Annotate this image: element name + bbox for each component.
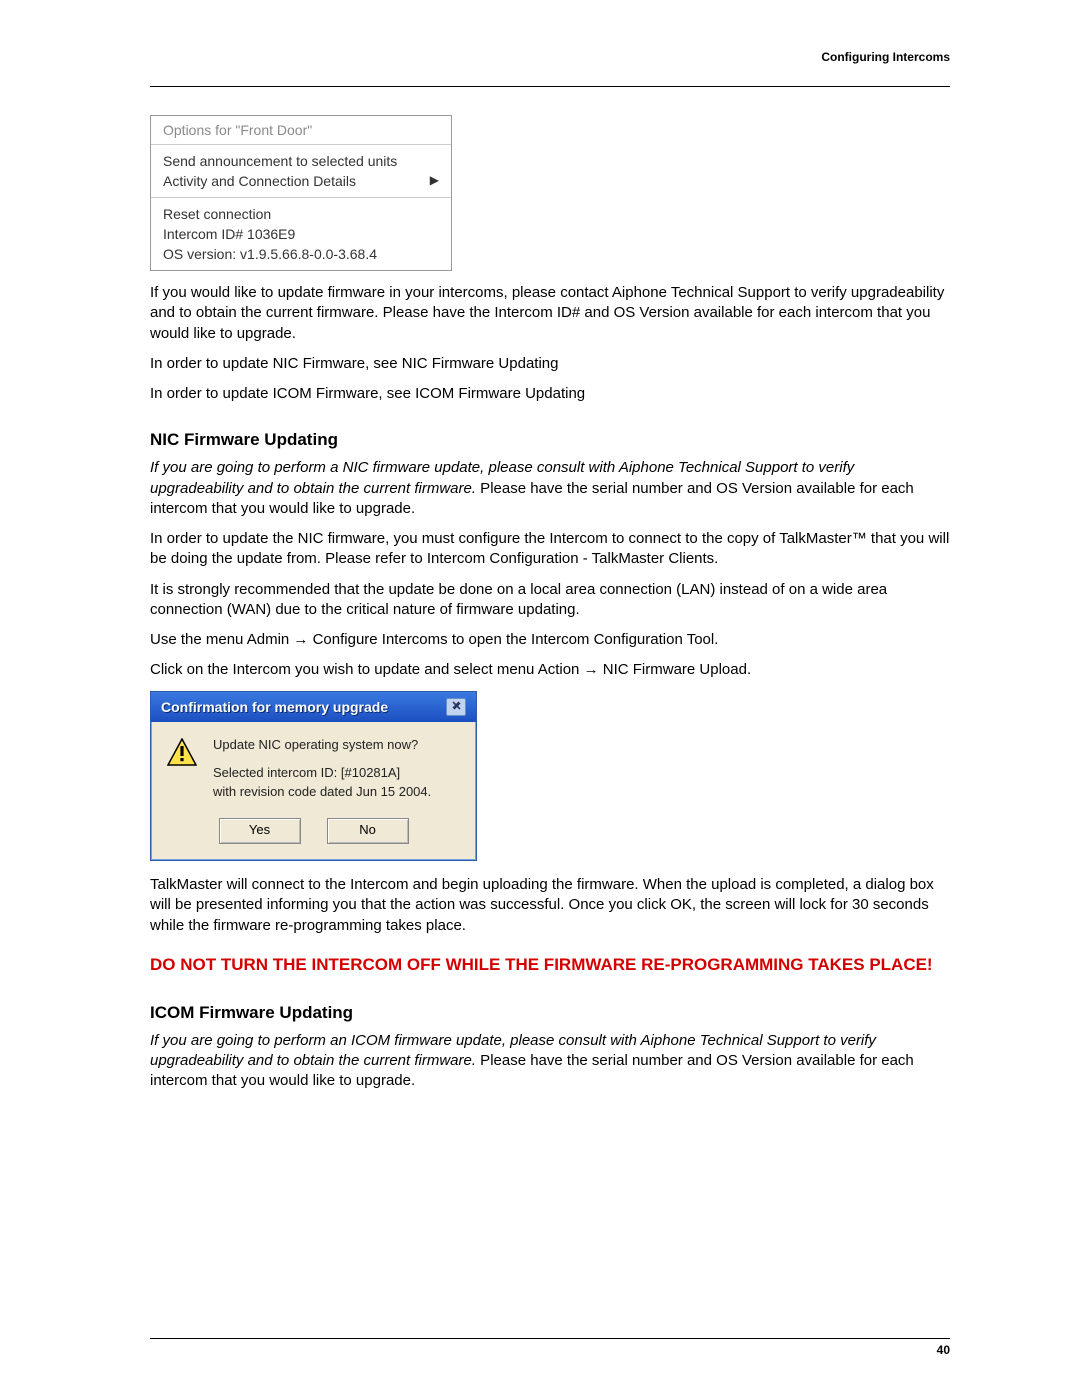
- page-header-label: Configuring Intercoms: [150, 50, 950, 64]
- dialog-line: Selected intercom ID: [#10281A]: [213, 764, 460, 783]
- context-menu-figure: Options for "Front Door" Send announceme…: [150, 115, 452, 271]
- menu-item-reset-connection[interactable]: Reset connection: [163, 204, 439, 224]
- arrow-icon: →: [584, 661, 599, 678]
- warning-icon: [167, 738, 197, 803]
- submenu-arrow-icon: ▶: [430, 173, 439, 187]
- arrow-icon: →: [293, 631, 308, 648]
- warning-text: DO NOT TURN THE INTERCOM OFF WHILE THE F…: [150, 954, 950, 977]
- text: Click on the Intercom you wish to update…: [150, 661, 584, 678]
- dialog-titlebar: Confirmation for memory upgrade ✕: [151, 692, 476, 722]
- text: Configure Intercoms to open the Intercom…: [308, 631, 718, 648]
- paragraph: Use the menu Admin → Configure Intercoms…: [150, 630, 950, 650]
- paragraph: In order to update the NIC firmware, you…: [150, 529, 950, 570]
- text: NIC Firmware Upload.: [599, 661, 752, 678]
- menu-item-intercom-id: Intercom ID# 1036E9: [163, 224, 439, 244]
- dialog-message: Update NIC operating system now? Selecte…: [213, 736, 460, 803]
- close-icon[interactable]: ✕: [446, 698, 466, 716]
- confirmation-dialog: Confirmation for memory upgrade ✕ Update…: [150, 691, 477, 862]
- paragraph: TalkMaster will connect to the Intercom …: [150, 875, 950, 936]
- context-menu-title: Options for "Front Door": [151, 116, 451, 145]
- no-button[interactable]: No: [327, 818, 409, 844]
- paragraph: In order to update ICOM Firmware, see IC…: [150, 384, 950, 404]
- text: Use the menu Admin: [150, 631, 293, 648]
- paragraph: If you would like to update firmware in …: [150, 283, 950, 344]
- paragraph: If you are going to perform an ICOM firm…: [150, 1031, 950, 1092]
- footer-rule: [150, 1338, 950, 1339]
- menu-item-label: Activity and Connection Details: [163, 173, 356, 189]
- menu-item-send-announcement[interactable]: Send announcement to selected units: [163, 151, 439, 171]
- dialog-line: with revision code dated Jun 15 2004.: [213, 783, 460, 802]
- page-number: 40: [150, 1343, 950, 1357]
- paragraph: If you are going to perform a NIC firmwa…: [150, 458, 950, 519]
- yes-button[interactable]: Yes: [219, 818, 301, 844]
- menu-item-activity-details[interactable]: Activity and Connection Details ▶: [163, 171, 439, 191]
- page-footer: 40: [150, 1338, 950, 1357]
- paragraph: It is strongly recommended that the upda…: [150, 580, 950, 621]
- heading-icom-firmware: ICOM Firmware Updating: [150, 1003, 950, 1023]
- header-rule: [150, 86, 950, 87]
- menu-item-os-version: OS version: v1.9.5.66.8-0.0-3.68.4: [163, 244, 439, 264]
- dialog-line: Update NIC operating system now?: [213, 736, 460, 755]
- dialog-title-text: Confirmation for memory upgrade: [161, 699, 388, 715]
- paragraph: In order to update NIC Firmware, see NIC…: [150, 354, 950, 374]
- paragraph: Click on the Intercom you wish to update…: [150, 660, 950, 680]
- heading-nic-firmware: NIC Firmware Updating: [150, 430, 950, 450]
